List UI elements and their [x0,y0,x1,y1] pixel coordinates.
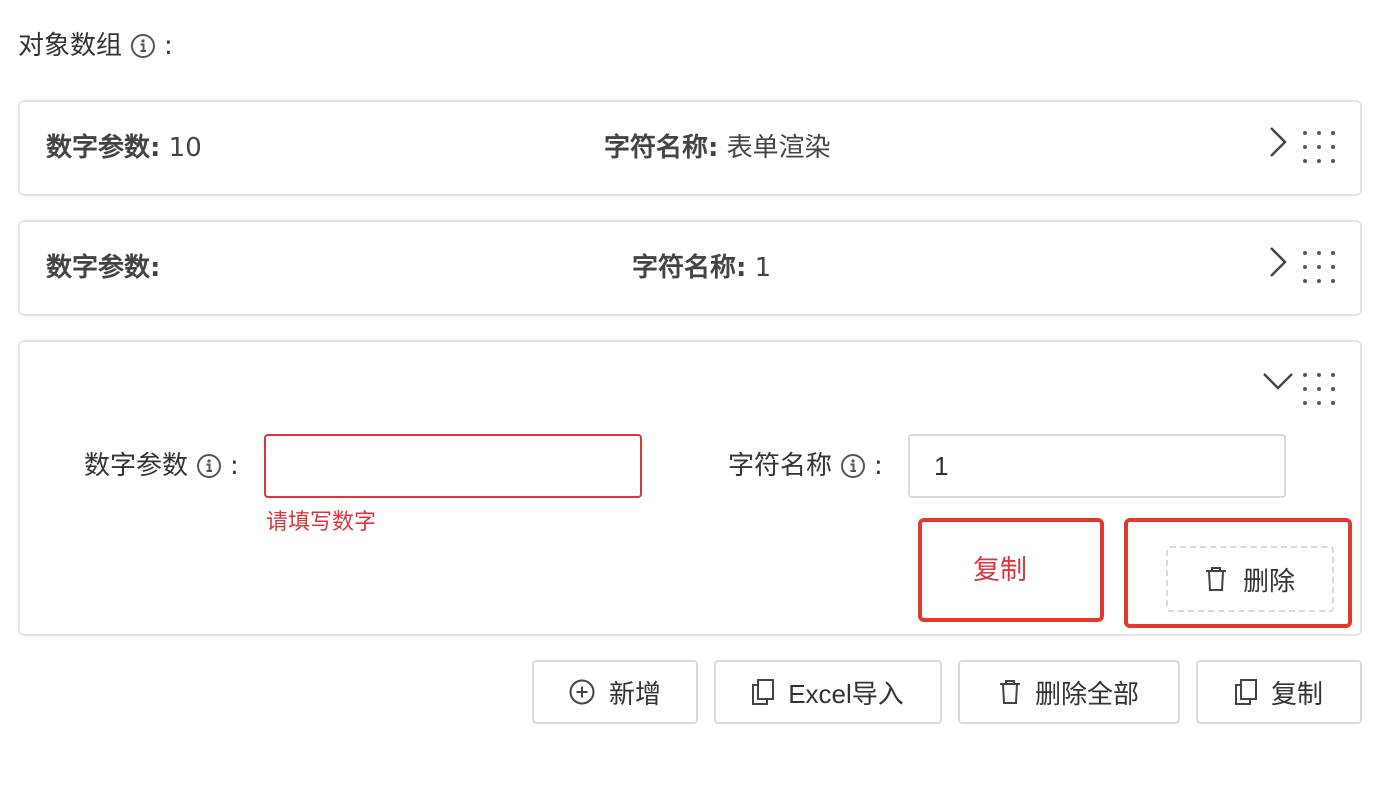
chevron-right-icon[interactable] [1266,122,1290,162]
delete-all-label: 删除全部 [1034,678,1139,709]
name-label-text: 字符名称 [728,451,833,481]
number-label-text: 数字参数 [84,451,189,481]
number-input[interactable] [264,434,642,498]
number-error-message: 请填写数字 [266,510,377,535]
delete-all-button[interactable]: 删除全部 [958,660,1180,724]
delete-item-button[interactable]: 删除 [1166,546,1334,612]
add-item-button[interactable]: 新增 [532,660,698,724]
item-name-label: 字符名称: [632,253,747,283]
item-number-label: 数字参数: [46,253,161,283]
number-field-label: 数字参数 : [84,448,239,484]
copy-button[interactable]: 复制 [1196,660,1362,724]
chevron-down-icon[interactable] [1260,366,1296,396]
section-header: 对象数组 : [18,28,173,64]
name-label-colon: : [874,451,883,481]
copy-item-button[interactable]: 复制 [954,548,1046,592]
name-input[interactable] [908,434,1286,498]
delete-item-label: 删除 [1242,565,1295,596]
trash-icon [1205,567,1226,591]
item-name-label: 字符名称: [604,133,719,163]
array-item-card: 数字参数: 10 字符名称: 表单渲染 [18,100,1362,196]
item-number-value: 10 [168,133,202,163]
array-item-card: 数字参数: 字符名称: 1 [18,220,1362,316]
info-icon[interactable] [840,453,866,479]
drag-handle-icon[interactable] [1302,250,1336,284]
section-title: 对象数组 [18,31,123,61]
trash-icon [999,680,1020,704]
info-icon[interactable] [130,33,156,59]
item-name-summary: 字符名称: 表单渲染 [604,130,831,166]
item-number-label: 数字参数: [46,133,161,163]
number-label-colon: : [230,451,239,481]
array-item-card-expanded: 数字参数 : 请填写数字 字符名称 : 复制 删除 [18,340,1362,636]
drag-handle-icon[interactable] [1302,372,1336,406]
item-name-value: 表单渲染 [726,133,831,163]
excel-import-label: Excel导入 [788,678,904,709]
item-number-summary: 数字参数: [46,250,160,286]
name-field-label: 字符名称 : [728,448,883,484]
add-item-label: 新增 [608,678,661,709]
item-name-value: 1 [754,253,772,283]
copy-icon [752,679,775,705]
item-number-summary: 数字参数: 10 [46,130,202,166]
item-name-summary: 字符名称: 1 [632,250,771,286]
drag-handle-icon[interactable] [1302,130,1336,164]
info-icon[interactable] [196,453,222,479]
chevron-right-icon[interactable] [1266,242,1290,282]
excel-import-button[interactable]: Excel导入 [714,660,942,724]
copy-icon [1234,679,1257,705]
plus-circle-icon [569,679,595,705]
section-colon: : [164,31,173,61]
copy-label: 复制 [1270,678,1323,709]
